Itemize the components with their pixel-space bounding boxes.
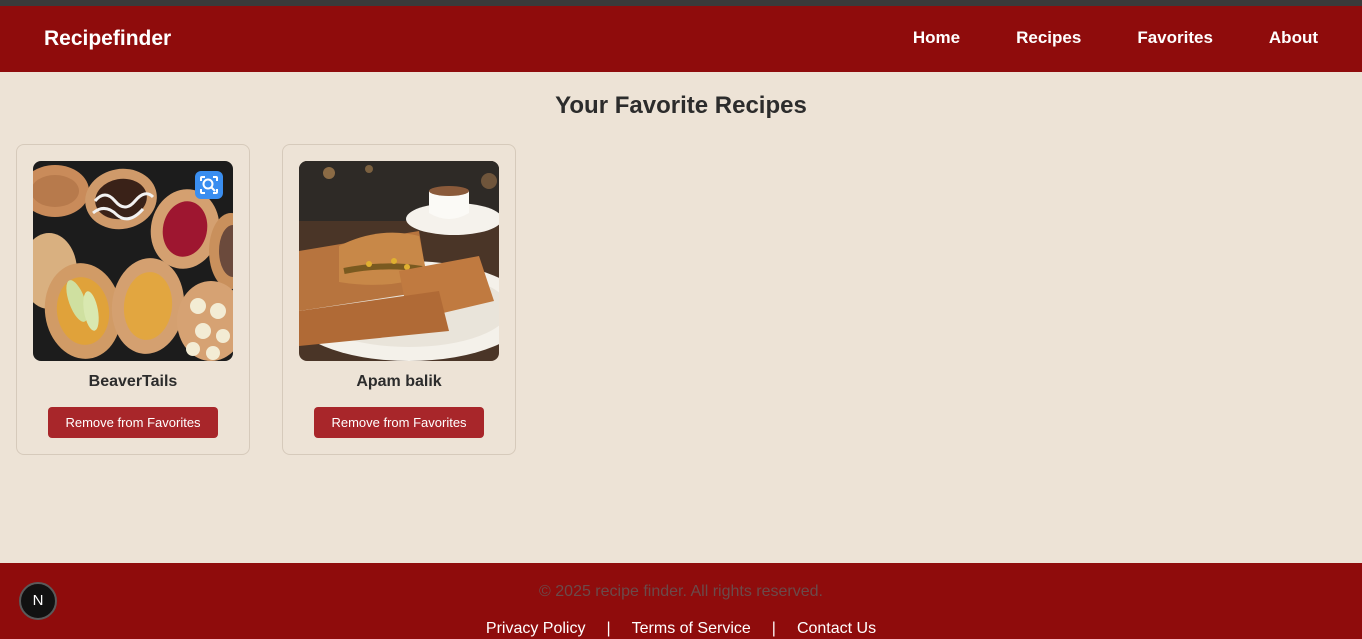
footer-separator: |: [771, 620, 776, 637]
footer-links: Privacy Policy | Terms of Service | Cont…: [0, 620, 1362, 638]
footer: © 2025 recipe finder. All rights reserve…: [0, 563, 1362, 639]
brand-logo[interactable]: Recipefinder: [44, 27, 171, 51]
footer-separator: |: [606, 620, 611, 637]
recipe-image[interactable]: [33, 161, 233, 361]
privacy-policy-link[interactable]: Privacy Policy: [486, 620, 586, 638]
lens-search-icon[interactable]: [195, 171, 223, 199]
nav-recipes-link[interactable]: Recipes: [1016, 28, 1081, 48]
nav-links: Home Recipes Favorites About: [857, 28, 1318, 48]
recipe-card: BeaverTails Remove from Favorites: [16, 144, 250, 455]
dev-tools-badge[interactable]: N: [19, 582, 57, 620]
recipe-name: BeaverTails: [88, 373, 178, 390]
recipe-image[interactable]: [299, 161, 499, 361]
terms-of-service-link[interactable]: Terms of Service: [632, 620, 751, 638]
navbar: Recipefinder Home Recipes Favorites Abou…: [0, 6, 1362, 72]
page-title: Your Favorite Recipes: [555, 92, 807, 119]
nav-favorites-link[interactable]: Favorites: [1137, 28, 1213, 48]
nav-about-link[interactable]: About: [1269, 28, 1318, 48]
nav-home-link[interactable]: Home: [913, 28, 960, 48]
recipe-name: Apam balik: [356, 373, 442, 390]
remove-from-favorites-button[interactable]: Remove from Favorites: [48, 407, 218, 438]
remove-from-favorites-button[interactable]: Remove from Favorites: [314, 407, 484, 438]
copyright-text: © 2025 recipe finder. All rights reserve…: [539, 583, 823, 600]
recipe-card: Apam balik Remove from Favorites: [282, 144, 516, 455]
contact-us-link[interactable]: Contact Us: [797, 620, 876, 638]
